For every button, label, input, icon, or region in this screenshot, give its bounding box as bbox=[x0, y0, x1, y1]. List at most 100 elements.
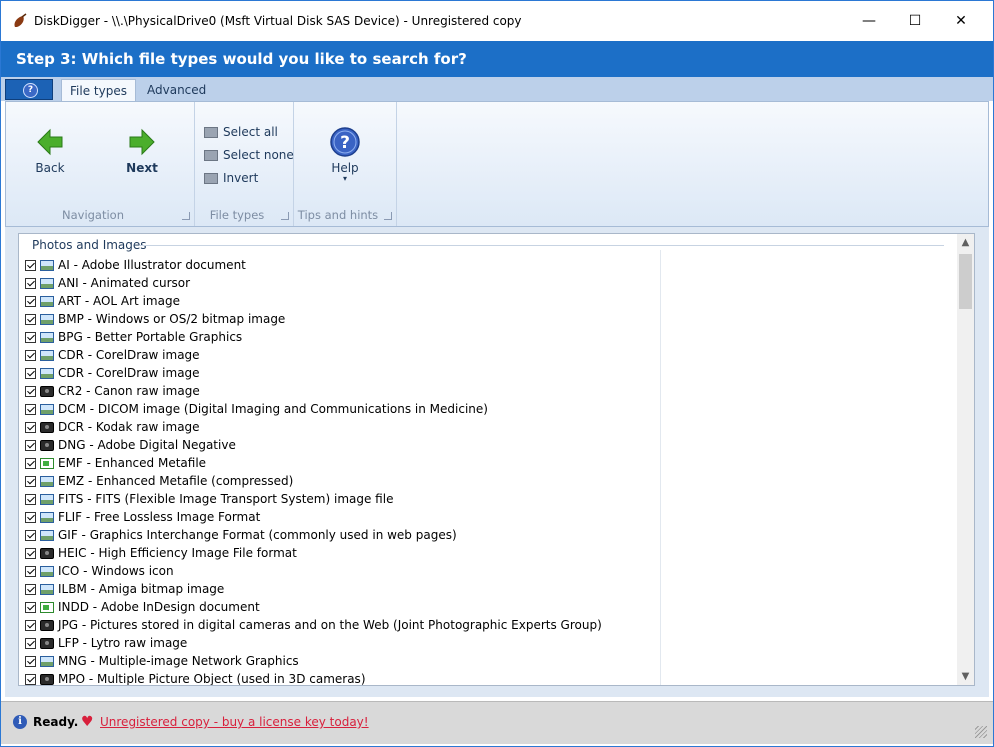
list-item[interactable]: ILBM - Amiga bitmap image bbox=[25, 580, 602, 598]
list-item[interactable]: DCR - Kodak raw image bbox=[25, 418, 602, 436]
select-all-label: Select all bbox=[223, 125, 278, 139]
tab-advanced[interactable]: Advanced bbox=[139, 79, 214, 101]
list-item[interactable]: MPO - Multiple Picture Object (used in 3… bbox=[25, 670, 602, 685]
invert-label: Invert bbox=[223, 171, 259, 185]
list-item[interactable]: BMP - Windows or OS/2 bitmap image bbox=[25, 310, 602, 328]
file-type-rows: AI - Adobe Illustrator document ANI - Ani… bbox=[25, 256, 602, 685]
list-item[interactable]: HEIC - High Efficiency Image File format bbox=[25, 544, 602, 562]
item-label: JPG - Pictures stored in digital cameras… bbox=[58, 618, 602, 632]
file-type-list[interactable]: Photos and Images AI - Adobe Illustrator… bbox=[18, 233, 975, 686]
item-checkbox[interactable] bbox=[25, 259, 36, 271]
item-checkbox[interactable] bbox=[25, 421, 36, 433]
buy-license-link[interactable]: Unregistered copy - buy a license key to… bbox=[100, 715, 369, 729]
list-item[interactable]: BPG - Better Portable Graphics bbox=[25, 328, 602, 346]
list-item[interactable]: MNG - Multiple-image Network Graphics bbox=[25, 652, 602, 670]
item-checkbox[interactable] bbox=[25, 637, 36, 649]
tab-file-types[interactable]: File types bbox=[61, 79, 136, 101]
item-checkbox[interactable] bbox=[25, 619, 36, 631]
item-checkbox[interactable] bbox=[25, 511, 36, 523]
item-label: DCM - DICOM image (Digital Imaging and C… bbox=[58, 402, 488, 416]
list-item[interactable]: CDR - CorelDraw image bbox=[25, 346, 602, 364]
item-checkbox[interactable] bbox=[25, 565, 36, 577]
image-file-icon bbox=[40, 403, 54, 415]
invert-button[interactable]: Invert bbox=[204, 169, 258, 187]
scroll-thumb[interactable] bbox=[959, 254, 972, 309]
item-checkbox[interactable] bbox=[25, 673, 36, 685]
item-label: FITS - FITS (Flexible Image Transport Sy… bbox=[58, 492, 394, 506]
back-button[interactable]: Back bbox=[28, 126, 72, 175]
vector-file-icon bbox=[40, 457, 54, 469]
select-all-button[interactable]: Select all bbox=[204, 123, 278, 141]
select-none-button[interactable]: Select none bbox=[204, 146, 294, 164]
close-button[interactable]: ✕ bbox=[938, 1, 984, 41]
item-checkbox[interactable] bbox=[25, 547, 36, 559]
app-menu-button[interactable]: ? bbox=[5, 79, 53, 100]
vertical-scrollbar[interactable]: ▲ ▼ bbox=[957, 234, 974, 685]
camera-file-icon bbox=[40, 547, 54, 559]
tips-launcher-icon[interactable] bbox=[384, 212, 392, 220]
list-item[interactable]: ANI - Animated cursor bbox=[25, 274, 602, 292]
step-title: Step 3: Which file types would you like … bbox=[16, 50, 467, 68]
item-checkbox[interactable] bbox=[25, 313, 36, 325]
list-item[interactable]: JPG - Pictures stored in digital cameras… bbox=[25, 616, 602, 634]
item-checkbox[interactable] bbox=[25, 493, 36, 505]
back-arrow-icon bbox=[37, 128, 63, 156]
item-checkbox[interactable] bbox=[25, 331, 36, 343]
list-item[interactable]: DNG - Adobe Digital Negative bbox=[25, 436, 602, 454]
image-file-icon bbox=[40, 529, 54, 541]
item-checkbox[interactable] bbox=[25, 529, 36, 541]
list-item[interactable]: ICO - Windows icon bbox=[25, 562, 602, 580]
item-checkbox[interactable] bbox=[25, 277, 36, 289]
list-item[interactable]: INDD - Adobe InDesign document bbox=[25, 598, 602, 616]
resize-grip-icon[interactable] bbox=[975, 726, 987, 738]
camera-file-icon bbox=[40, 637, 54, 649]
item-checkbox[interactable] bbox=[25, 439, 36, 451]
navigation-launcher-icon[interactable] bbox=[182, 212, 190, 220]
list-item[interactable]: AI - Adobe Illustrator document bbox=[25, 256, 602, 274]
item-label: CR2 - Canon raw image bbox=[58, 384, 200, 398]
image-file-icon bbox=[40, 475, 54, 487]
list-item[interactable]: ART - AOL Art image bbox=[25, 292, 602, 310]
image-file-icon bbox=[40, 583, 54, 595]
maximize-button[interactable]: ☐ bbox=[892, 1, 938, 41]
app-logo-icon bbox=[14, 13, 27, 27]
item-checkbox[interactable] bbox=[25, 295, 36, 307]
image-file-icon bbox=[40, 493, 54, 505]
file-types-launcher-icon[interactable] bbox=[281, 212, 289, 220]
item-checkbox[interactable] bbox=[25, 385, 36, 397]
list-item[interactable]: DCM - DICOM image (Digital Imaging and C… bbox=[25, 400, 602, 418]
image-file-icon bbox=[40, 259, 54, 271]
list-item[interactable]: GIF - Graphics Interchange Format (commo… bbox=[25, 526, 602, 544]
maximize-icon: ☐ bbox=[908, 13, 922, 29]
help-label: Help bbox=[331, 161, 359, 175]
select-none-icon bbox=[204, 150, 218, 161]
item-label: MNG - Multiple-image Network Graphics bbox=[58, 654, 299, 668]
list-item[interactable]: LFP - Lytro raw image bbox=[25, 634, 602, 652]
list-item[interactable]: FITS - FITS (Flexible Image Transport Sy… bbox=[25, 490, 602, 508]
minimize-button[interactable]: — bbox=[846, 1, 892, 41]
next-label: Next bbox=[126, 161, 158, 175]
image-file-icon bbox=[40, 565, 54, 577]
scroll-up-icon[interactable]: ▲ bbox=[957, 234, 974, 251]
help-button[interactable]: ? Help ▾ bbox=[326, 126, 364, 183]
item-checkbox[interactable] bbox=[25, 583, 36, 595]
item-checkbox[interactable] bbox=[25, 367, 36, 379]
item-checkbox[interactable] bbox=[25, 349, 36, 361]
item-checkbox[interactable] bbox=[25, 655, 36, 667]
list-item[interactable]: FLIF - Free Lossless Image Format bbox=[25, 508, 602, 526]
list-item[interactable]: EMF - Enhanced Metafile bbox=[25, 454, 602, 472]
list-item[interactable]: CR2 - Canon raw image bbox=[25, 382, 602, 400]
next-button[interactable]: Next bbox=[120, 126, 164, 175]
item-checkbox[interactable] bbox=[25, 403, 36, 415]
item-label: INDD - Adobe InDesign document bbox=[58, 600, 260, 614]
column-separator bbox=[660, 250, 661, 685]
list-item[interactable]: CDR - CorelDraw image bbox=[25, 364, 602, 382]
item-checkbox[interactable] bbox=[25, 475, 36, 487]
camera-file-icon bbox=[40, 385, 54, 397]
item-label: LFP - Lytro raw image bbox=[58, 636, 188, 650]
item-checkbox[interactable] bbox=[25, 457, 36, 469]
item-checkbox[interactable] bbox=[25, 601, 36, 613]
scroll-down-icon[interactable]: ▼ bbox=[957, 668, 974, 685]
list-item[interactable]: EMZ - Enhanced Metafile (compressed) bbox=[25, 472, 602, 490]
item-label: BPG - Better Portable Graphics bbox=[58, 330, 243, 344]
